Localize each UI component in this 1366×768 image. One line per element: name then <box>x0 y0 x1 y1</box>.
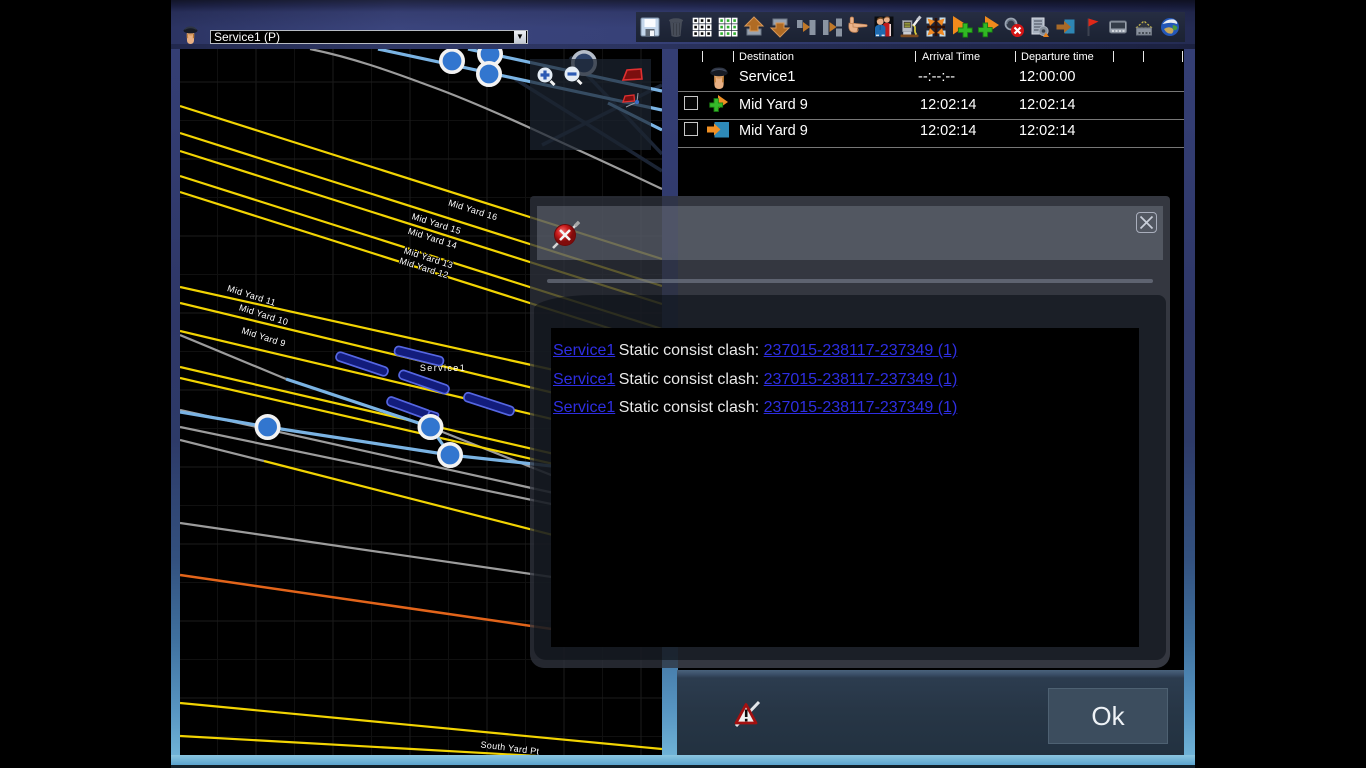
svg-text:Mid Yard 9: Mid Yard 9 <box>240 325 287 348</box>
svg-text:Mid Yard 11: Mid Yard 11 <box>226 283 277 308</box>
svg-text:Mid Yard 16: Mid Yard 16 <box>447 198 499 223</box>
svg-text:Service1: Service1 <box>420 363 466 373</box>
